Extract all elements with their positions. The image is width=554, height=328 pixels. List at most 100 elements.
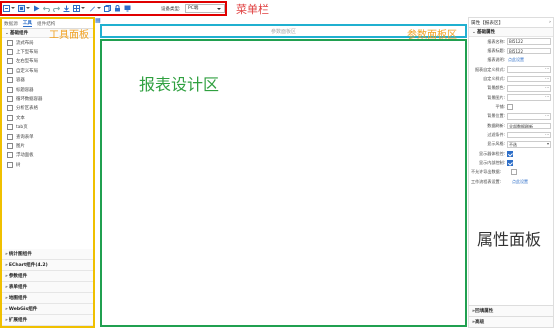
component-item[interactable]: 浮动面板 — [2, 151, 93, 160]
group-label: 基础组件 — [9, 31, 29, 36]
play-icon[interactable] — [33, 5, 40, 12]
property-input[interactable]: ··· — [507, 113, 551, 120]
undo-icon[interactable] — [43, 5, 50, 12]
property-checkbox[interactable] — [511, 169, 517, 176]
property-input[interactable]: ··· — [507, 85, 551, 92]
component-list: 流式布局 上下型布局 左右型布局 自定义布局容器标题容器 循环数据容器 分析区表格 文本 ta… — [2, 38, 93, 169]
component-item[interactable]: 文本 — [2, 113, 93, 122]
device-icon[interactable] — [124, 5, 131, 12]
more-icon[interactable]: ··· — [545, 86, 549, 90]
property-value: 不选 — [509, 142, 517, 148]
more-icon[interactable]: ··· — [545, 133, 549, 137]
component-label: 图片 — [16, 143, 25, 149]
copy-icon[interactable] — [104, 5, 111, 12]
component-item[interactable]: 容器 — [2, 76, 93, 85]
property-panel-callout: 属性面板 — [477, 230, 542, 249]
parameter-panel[interactable]: 参数面板区 参数面板区 — [100, 24, 467, 41]
more-icon[interactable]: ··· — [545, 95, 549, 99]
title-container-icon — [7, 86, 13, 93]
group-label: 统计图组件 — [8, 252, 32, 257]
component-group-header[interactable]: » EChart组件(4.2) — [2, 260, 93, 271]
component-item[interactable]: 查询表单 — [2, 132, 93, 141]
grid-icon[interactable] — [73, 5, 80, 12]
chevron-down-icon[interactable] — [97, 7, 101, 9]
component-label: 容器 — [16, 78, 25, 84]
tab-datasource[interactable]: 数据源 — [4, 21, 18, 27]
property-panel: 属性【报表区】 › ⌄ 基础属性 报表名称: BI5122 报表标题: BI5122 报… — [468, 17, 554, 328]
component-group-header[interactable]: » WebGis组件 — [2, 304, 93, 315]
property-input[interactable]: ··· — [507, 66, 551, 73]
group-label: 地图组件 — [8, 296, 28, 301]
group-label: 回填属性 — [474, 309, 494, 314]
component-item[interactable]: 左右型布局 — [2, 57, 93, 66]
more-icon[interactable]: ··· — [545, 67, 549, 71]
menubar-callout: 菜单栏 — [236, 3, 269, 16]
property-checkbox[interactable] — [507, 150, 513, 157]
device-type-select[interactable]: PC端 — [185, 4, 225, 13]
component-group-header[interactable]: » 参数组件 — [2, 271, 93, 282]
property-label: 报表标题: — [487, 48, 505, 54]
chevron-down-icon[interactable] — [11, 7, 15, 9]
new-icon[interactable] — [3, 5, 10, 12]
layout-vertical-icon — [7, 49, 13, 56]
component-item[interactable]: 上下型布局 — [2, 47, 93, 56]
component-item[interactable]: 分析区表格 — [2, 104, 93, 113]
property-link[interactable]: 点此设置 — [511, 179, 551, 186]
report-design-canvas[interactable]: 报表设计区 — [100, 39, 467, 327]
property-input[interactable]: 全部数据刷新 — [507, 122, 551, 130]
property-select[interactable]: 不选 ▾ — [507, 141, 551, 148]
component-group-header[interactable]: » 统计图组件 — [2, 249, 93, 260]
component-item[interactable]: 循环数据容器 — [2, 94, 93, 103]
component-group-header[interactable]: » 地图组件 — [2, 293, 93, 304]
component-label: 查询表单 — [16, 134, 34, 140]
component-item[interactable]: 标题容器 — [2, 85, 93, 94]
property-label: 自定义样式: — [483, 76, 505, 82]
property-checkbox[interactable] — [507, 160, 513, 167]
property-input[interactable]: ··· — [507, 94, 551, 101]
property-row: 报表名称: BI5122 — [469, 37, 553, 46]
group-basic-properties[interactable]: ⌄ 基础属性 — [469, 28, 553, 37]
property-row: 过滤条件: ··· — [469, 130, 553, 139]
chevron-down-icon: ⌄ — [472, 29, 476, 35]
component-group-header[interactable]: » 表单组件 — [2, 282, 93, 293]
tab-tools[interactable]: 工具 — [22, 20, 32, 27]
more-icon[interactable]: ··· — [545, 114, 549, 118]
component-label: 树 — [16, 162, 21, 168]
component-group-header[interactable]: » 扩展组件 — [2, 315, 93, 326]
property-input[interactable]: ··· — [507, 131, 551, 139]
property-label: 数据刷新: — [487, 122, 505, 128]
save-icon[interactable] — [63, 5, 70, 12]
property-label: 背景颜色: — [487, 85, 505, 91]
tool-panel-callout: 工具面板 — [49, 30, 89, 41]
brush-icon[interactable] — [89, 5, 96, 12]
open-icon[interactable] — [18, 5, 25, 12]
component-label: 标题容器 — [16, 87, 34, 93]
property-input[interactable]: BI5122 — [507, 47, 551, 55]
component-item[interactable]: 树 — [2, 160, 93, 169]
property-row: 工作流程表设置: 点此设置 — [469, 177, 553, 186]
collapse-icon[interactable]: › — [549, 20, 551, 25]
more-icon[interactable]: ··· — [545, 77, 549, 81]
property-checkbox[interactable] — [507, 104, 513, 111]
component-label: 流式布局 — [16, 40, 34, 46]
menubar: 设备类型: PC端 菜单栏 — [0, 0, 554, 17]
chevron-down-icon[interactable] — [26, 7, 30, 9]
property-group-header[interactable]: » 回填属性 — [469, 305, 553, 316]
redo-icon[interactable] — [53, 5, 60, 12]
property-link[interactable]: 点此设置 — [507, 57, 551, 64]
tab-icon — [7, 124, 13, 131]
lock-icon[interactable] — [114, 5, 121, 12]
property-input[interactable]: ··· — [507, 75, 551, 83]
component-item[interactable]: 图片 — [2, 141, 93, 150]
chevron-down-icon[interactable] — [81, 7, 85, 9]
component-item[interactable]: 自定义布局 — [2, 66, 93, 75]
component-item[interactable]: tab页 — [2, 123, 93, 132]
chevron-right-icon: » — [5, 317, 8, 323]
chevron-down-icon: ⌄ — [5, 30, 9, 36]
layout-flow-icon — [7, 39, 13, 46]
property-group-header[interactable]: » 高级 — [469, 316, 553, 327]
property-input[interactable]: BI5122 — [507, 38, 551, 45]
property-list: 报表名称: BI5122 报表标题: BI5122 报表说明: 点此设置 报表自定义样式: ·… — [469, 37, 553, 187]
device-type-value: PC端 — [188, 6, 199, 11]
property-label: 报表自定义样式: — [474, 66, 505, 72]
